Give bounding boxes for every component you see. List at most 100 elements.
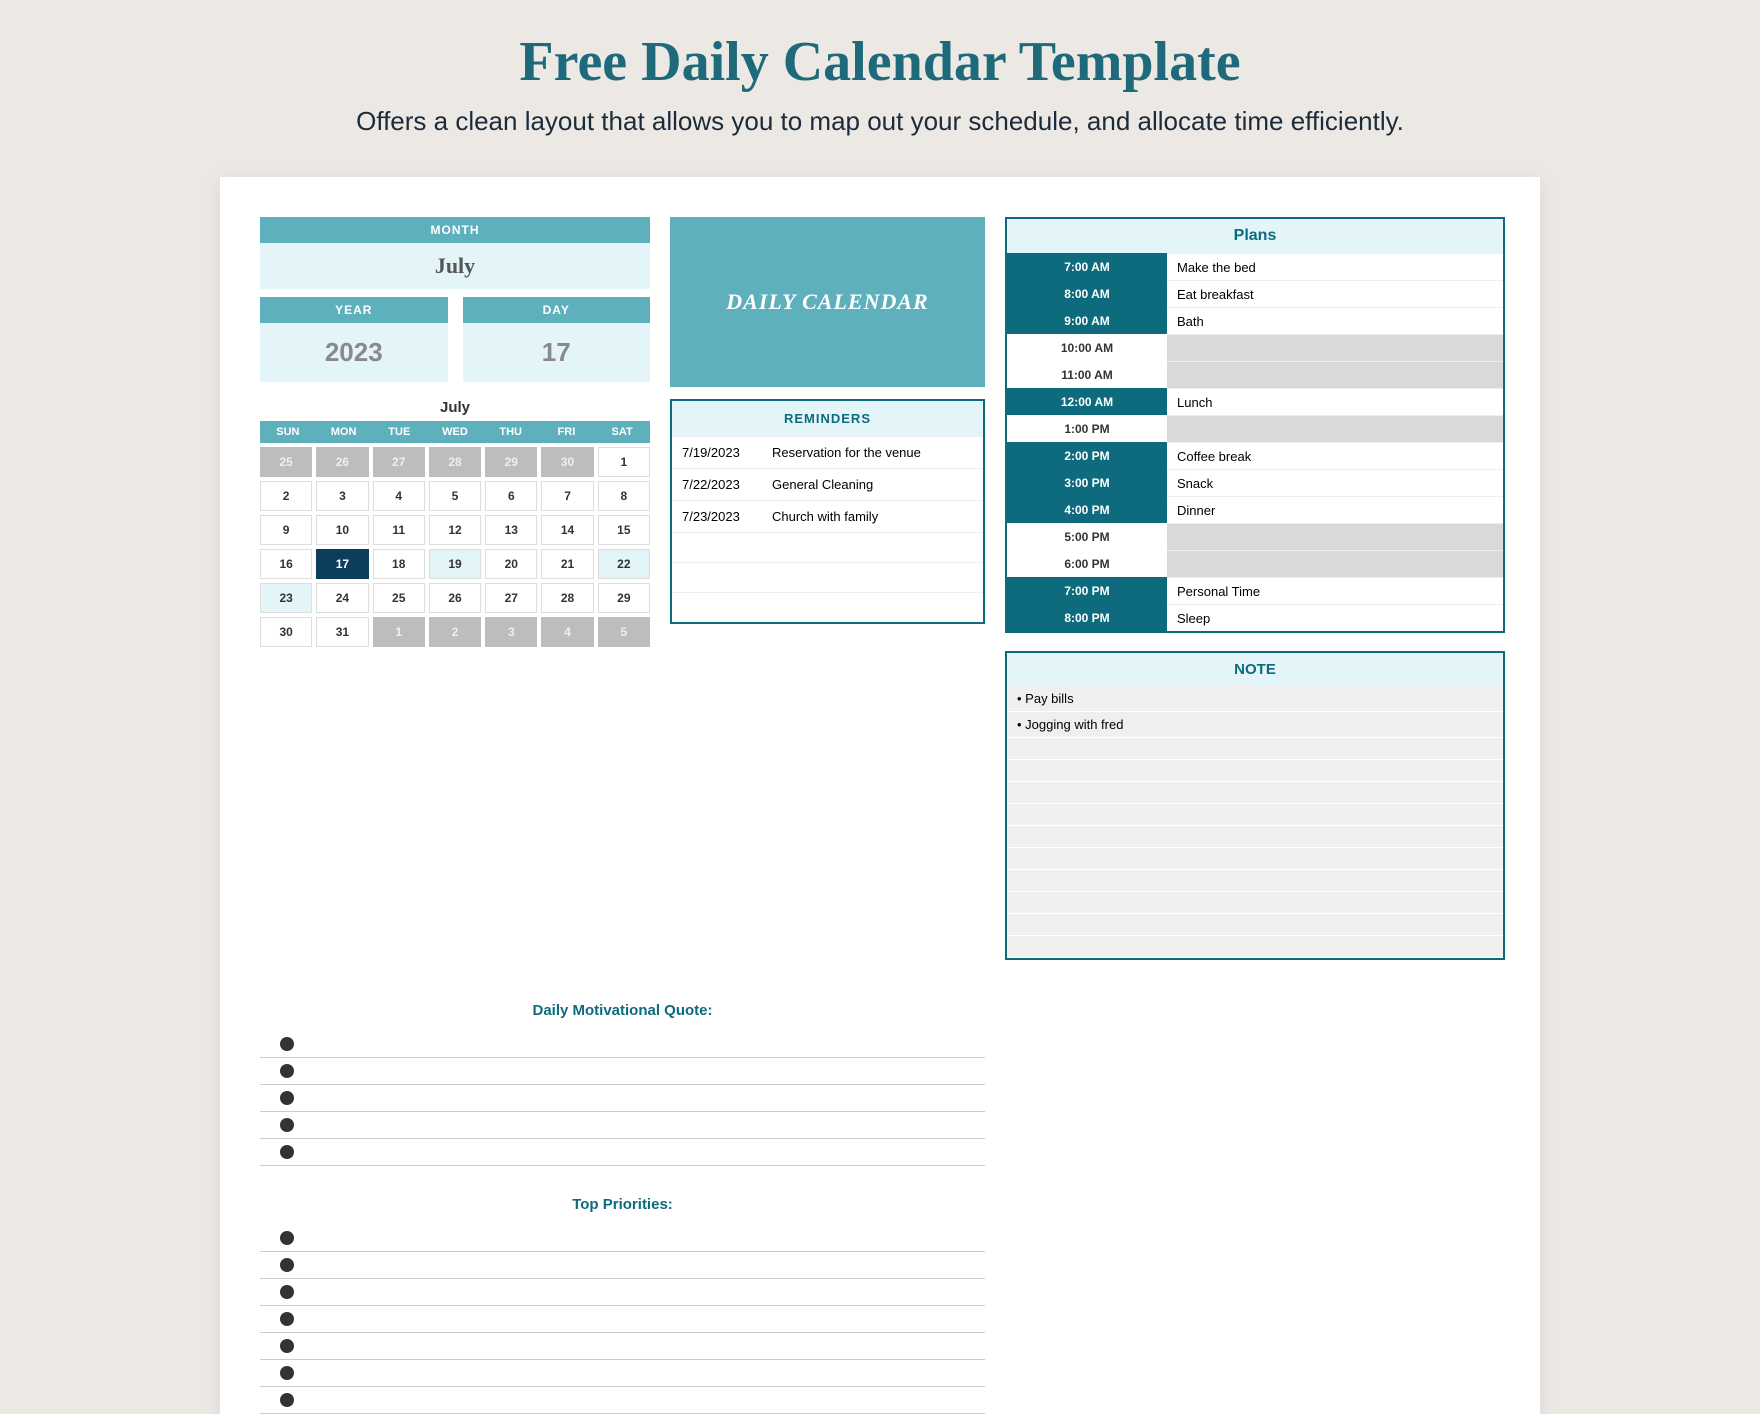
plan-row[interactable]: 2:00 PMCoffee break [1007,442,1503,469]
reminder-row[interactable]: 7/23/2023Church with family [672,500,983,532]
date-cell[interactable]: 28 [429,447,481,477]
date-cell[interactable]: 1 [598,447,650,477]
plan-task [1167,361,1503,388]
date-cell[interactable]: 11 [373,515,425,545]
date-cell[interactable]: 17 [316,549,368,579]
date-cell[interactable]: 10 [316,515,368,545]
plan-row[interactable]: 7:00 AMMake the bed [1007,253,1503,280]
note-empty-line[interactable] [1007,870,1503,892]
note-empty-line[interactable] [1007,760,1503,782]
priority-line[interactable] [260,1252,985,1279]
quote-line[interactable] [260,1031,985,1058]
date-cell[interactable]: 3 [316,481,368,511]
date-cell[interactable]: 1 [373,617,425,647]
reminders-heading: REMINDERS [672,401,983,436]
plan-row[interactable]: 8:00 AMEat breakfast [1007,280,1503,307]
date-cell[interactable]: 21 [541,549,593,579]
plan-row[interactable]: 12:00 AMLunch [1007,388,1503,415]
plan-row[interactable]: 1:00 PM [1007,415,1503,442]
date-cell[interactable]: 26 [429,583,481,613]
date-cell[interactable]: 24 [316,583,368,613]
date-cell[interactable]: 23 [260,583,312,613]
plan-task [1167,334,1503,361]
date-cell[interactable]: 29 [485,447,537,477]
priority-line[interactable] [260,1387,985,1414]
priority-line[interactable] [260,1333,985,1360]
date-cell[interactable]: 31 [316,617,368,647]
plan-time: 12:00 AM [1007,388,1167,415]
date-cell[interactable]: 18 [373,549,425,579]
note-item[interactable]: • Jogging with fred [1007,712,1503,738]
priority-line[interactable] [260,1279,985,1306]
date-cell[interactable]: 6 [485,481,537,511]
date-cell[interactable]: 9 [260,515,312,545]
date-cell[interactable]: 7 [541,481,593,511]
note-empty-line[interactable] [1007,804,1503,826]
date-cell[interactable]: 5 [598,617,650,647]
plan-time: 5:00 PM [1007,523,1167,550]
plan-row[interactable]: 6:00 PM [1007,550,1503,577]
plan-task: Bath [1167,307,1503,334]
date-cell[interactable]: 19 [429,549,481,579]
date-cell[interactable]: 29 [598,583,650,613]
quote-line[interactable] [260,1112,985,1139]
date-cell[interactable]: 22 [598,549,650,579]
date-cell[interactable]: 14 [541,515,593,545]
note-empty-line[interactable] [1007,936,1503,958]
date-cell[interactable]: 3 [485,617,537,647]
date-cell[interactable]: 26 [316,447,368,477]
reminder-empty-row[interactable] [672,532,983,562]
date-cell[interactable]: 15 [598,515,650,545]
priority-line[interactable] [260,1360,985,1387]
date-cell[interactable]: 30 [260,617,312,647]
date-cell[interactable]: 16 [260,549,312,579]
plan-row[interactable]: 11:00 AM [1007,361,1503,388]
plan-row[interactable]: 3:00 PMSnack [1007,469,1503,496]
note-item[interactable]: • Pay bills [1007,686,1503,712]
date-cell[interactable]: 2 [260,481,312,511]
plan-time: 8:00 PM [1007,604,1167,631]
month-value[interactable]: July [260,243,650,289]
note-empty-line[interactable] [1007,914,1503,936]
note-empty-line[interactable] [1007,892,1503,914]
date-cell[interactable]: 30 [541,447,593,477]
plan-row[interactable]: 5:00 PM [1007,523,1503,550]
plan-task: Personal Time [1167,577,1503,604]
quote-line[interactable] [260,1058,985,1085]
reminder-empty-row[interactable] [672,562,983,592]
reminder-row[interactable]: 7/22/2023General Cleaning [672,468,983,500]
date-cell[interactable]: 25 [260,447,312,477]
date-cell[interactable]: 5 [429,481,481,511]
plan-row[interactable]: 4:00 PMDinner [1007,496,1503,523]
note-empty-line[interactable] [1007,848,1503,870]
date-cell[interactable]: 4 [541,617,593,647]
note-empty-line[interactable] [1007,738,1503,760]
year-value[interactable]: 2023 [260,323,448,382]
date-cell[interactable]: 8 [598,481,650,511]
date-cell[interactable]: 25 [373,583,425,613]
date-cell[interactable]: 2 [429,617,481,647]
note-empty-line[interactable] [1007,782,1503,804]
quote-heading: Daily Motivational Quote: [260,1002,985,1019]
note-empty-line[interactable] [1007,826,1503,848]
day-value[interactable]: 17 [463,323,651,382]
priority-line[interactable] [260,1225,985,1252]
dow-cell: SUN [260,421,316,443]
date-cell[interactable]: 12 [429,515,481,545]
reminder-empty-row[interactable] [672,592,983,622]
date-cell[interactable]: 20 [485,549,537,579]
priority-line[interactable] [260,1306,985,1333]
date-cell[interactable]: 28 [541,583,593,613]
plan-row[interactable]: 9:00 AMBath [1007,307,1503,334]
quote-line[interactable] [260,1085,985,1112]
reminder-text: Reservation for the venue [772,445,921,460]
reminder-row[interactable]: 7/19/2023Reservation for the venue [672,436,983,468]
plan-row[interactable]: 7:00 PMPersonal Time [1007,577,1503,604]
plan-row[interactable]: 10:00 AM [1007,334,1503,361]
date-cell[interactable]: 27 [485,583,537,613]
date-cell[interactable]: 27 [373,447,425,477]
quote-line[interactable] [260,1139,985,1166]
date-cell[interactable]: 13 [485,515,537,545]
date-cell[interactable]: 4 [373,481,425,511]
plan-row[interactable]: 8:00 PMSleep [1007,604,1503,631]
